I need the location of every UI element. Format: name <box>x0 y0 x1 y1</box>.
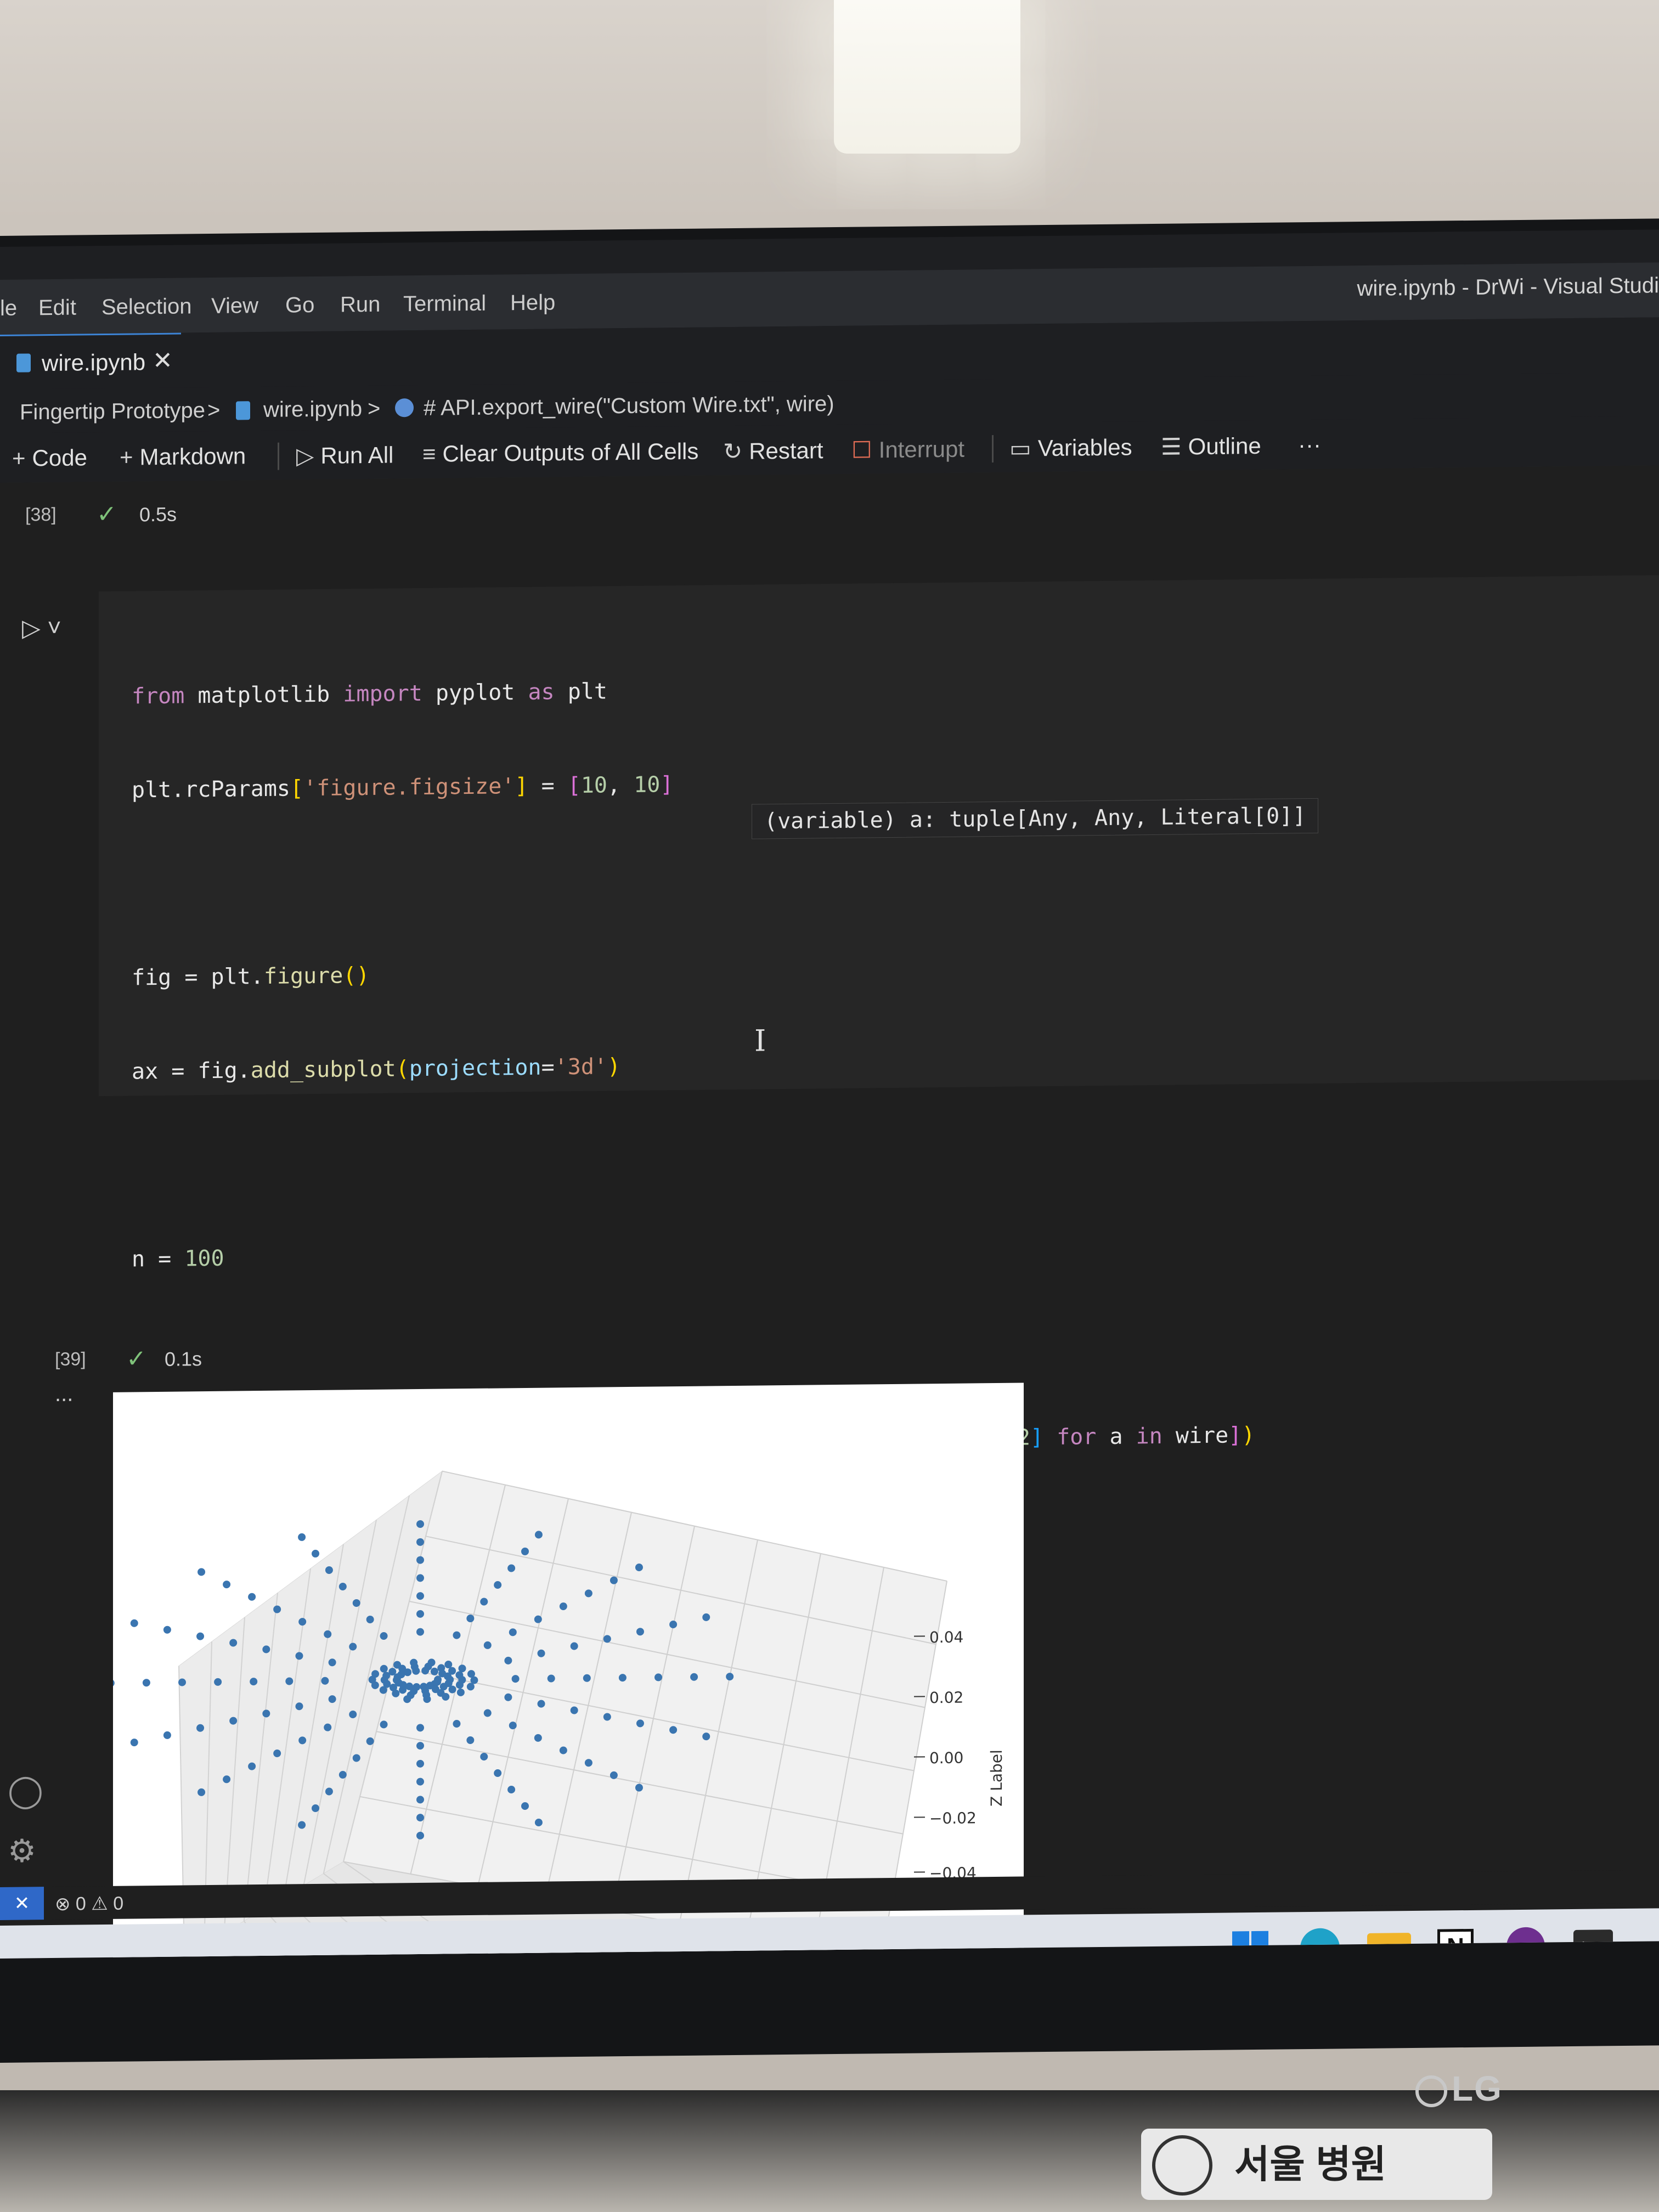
text-cursor-icon: I <box>754 1023 766 1058</box>
add-code-label: Code <box>32 444 87 471</box>
breadcrumb-file[interactable]: wire.ipynb <box>263 397 362 422</box>
menu-selection[interactable]: Selection <box>101 294 192 320</box>
scatter-point <box>142 1679 150 1687</box>
scatter-point <box>298 1533 306 1541</box>
scatter-point <box>248 1593 256 1601</box>
tab-label: wire.ipynb <box>42 349 146 376</box>
run-all-icon: ▷ <box>296 443 314 469</box>
lg-circle-icon <box>1415 2075 1447 2108</box>
breadcrumb-root[interactable]: Fingertip Prototype <box>20 398 205 425</box>
outline-button[interactable]: ☰ Outline <box>1161 432 1261 460</box>
z-tick-label: 0.00 <box>929 1749 963 1768</box>
lg-logo: LG <box>1415 2068 1503 2109</box>
prev-execution-count: [38] <box>25 504 57 526</box>
hover-tooltip: (variable) a: tuple[Any, Any, Literal[0]… <box>752 798 1319 839</box>
clear-all-icon: ≡ <box>422 441 436 467</box>
menu-view[interactable]: View <box>211 294 258 319</box>
output-more-icon[interactable]: ... <box>55 1382 73 1407</box>
z-tick-label: −0.02 <box>929 1809 977 1827</box>
interrupt-label: Interrupt <box>878 436 965 463</box>
run-all-label: Run All <box>320 442 394 469</box>
tab-close-icon[interactable]: ✕ <box>153 347 173 375</box>
menu-run[interactable]: Run <box>340 292 380 318</box>
code-line-7: n = 100 <box>132 1245 224 1272</box>
code-line-5: ax = fig.add_subplot(projection='3d') <box>132 1054 621 1085</box>
problems-count[interactable]: ⊗ 0 ⚠ 0 <box>55 1893 123 1915</box>
more-actions-button[interactable]: ··· <box>1298 432 1321 458</box>
menu-go[interactable]: Go <box>285 293 314 318</box>
menu-edit[interactable]: Edit <box>38 296 76 321</box>
python-cell-icon <box>395 398 414 417</box>
toolbar-divider <box>992 435 994 463</box>
scatter-point <box>198 1568 206 1576</box>
plus-icon: + <box>12 445 26 471</box>
menu-file[interactable]: le <box>0 296 17 321</box>
add-code-button[interactable]: + Code <box>12 444 87 471</box>
interrupt-button[interactable]: ☐ Interrupt <box>851 436 964 464</box>
notebook-file-icon <box>236 401 250 420</box>
check-icon: ✓ <box>126 1345 146 1373</box>
toolbar-divider <box>278 442 279 470</box>
restart-button[interactable]: ↻ Restart <box>723 437 823 465</box>
exec-time: 0.1s <box>165 1347 202 1370</box>
lg-brand-text: LG <box>1452 2069 1503 2108</box>
z-axis-label: Z Label <box>988 1750 1006 1807</box>
code-line-4: fig = plt.figure() <box>132 962 370 991</box>
plot-output: 0.040.020.00−0.02−0.04Z Label3020100−10Y… <box>113 1383 1024 1959</box>
remote-indicator[interactable]: ✕ <box>0 1887 44 1920</box>
prev-cell-status: [38] ✓ 0.5s <box>25 500 245 532</box>
outline-icon: ☰ <box>1161 433 1182 460</box>
run-all-button[interactable]: ▷ Run All <box>296 441 393 469</box>
scatter-point <box>113 1679 115 1687</box>
menu-help[interactable]: Help <box>510 290 555 315</box>
tab-wire-ipynb[interactable]: wire.ipynb ✕ <box>0 332 181 391</box>
z-tick-label: 0.02 <box>929 1689 963 1707</box>
scatter-3d-plot: 0.040.020.00−0.02−0.04Z Label3020100−10Y… <box>113 1470 1006 1959</box>
hospital-seal-icon <box>1152 2135 1212 2196</box>
monitor-screen: le Edit Selection View Go Run Terminal H… <box>0 229 1659 1959</box>
ceiling-light <box>834 0 1020 154</box>
variables-icon: ▭ <box>1009 435 1031 461</box>
add-markdown-button[interactable]: + Markdown <box>120 443 246 470</box>
z-tick-label: 0.04 <box>929 1628 963 1647</box>
code-line-2: plt.rcParams['figure.figsize'] = [10, 10… <box>132 772 674 803</box>
clear-outputs-button[interactable]: ≡ Clear Outputs of All Cells <box>422 438 698 467</box>
clear-outputs-label: Clear Outputs of All Cells <box>442 438 699 467</box>
variables-button[interactable]: ▭ Variables <box>1009 433 1132 461</box>
scatter-point <box>130 1739 138 1747</box>
code-line-1: from matplotlib import pyplot as plt <box>132 679 607 709</box>
plus-icon: + <box>120 444 133 470</box>
breadcrumb-sep-icon: > <box>368 396 381 421</box>
restart-icon: ↻ <box>723 438 743 465</box>
restart-label: Restart <box>749 437 823 464</box>
scatter-point <box>163 1626 171 1634</box>
sticker-text: 서울 병원 <box>1234 2143 1387 2186</box>
scatter-point <box>312 1549 320 1558</box>
variables-label: Variables <box>1037 434 1132 461</box>
scatter-point <box>130 1619 138 1627</box>
execution-count: [39] <box>55 1348 86 1370</box>
asset-sticker: 서울 병원 <box>1141 2129 1492 2200</box>
stop-icon: ☐ <box>851 437 872 463</box>
scatter-point <box>196 1632 205 1640</box>
gear-icon[interactable]: ⚙ <box>8 1832 36 1870</box>
prev-exec-time: 0.5s <box>139 503 177 526</box>
notebook-body: [38] ✓ 0.5s ▷ ˅ from matplotlib import p… <box>0 465 1659 1959</box>
breadcrumb-symbol[interactable]: # API.export_wire("Custom Wire.txt", wir… <box>424 392 834 421</box>
scatter-point <box>223 1581 231 1589</box>
check-icon: ✓ <box>97 500 117 528</box>
add-markdown-label: Markdown <box>139 443 246 470</box>
scatter-point <box>163 1731 171 1739</box>
notebook-file-icon <box>16 353 31 373</box>
window-title: wire.ipynb - DrWi - Visual Studi <box>1357 273 1659 301</box>
account-icon[interactable]: ◯ <box>8 1771 43 1809</box>
run-cell-icon[interactable]: ▷ ˅ <box>22 614 61 642</box>
menu-terminal[interactable]: Terminal <box>403 291 486 317</box>
cell-status: [39] ✓ 0.1s <box>55 1345 274 1376</box>
breadcrumb-sep-icon: > <box>207 398 221 423</box>
outline-label: Outline <box>1188 432 1261 460</box>
